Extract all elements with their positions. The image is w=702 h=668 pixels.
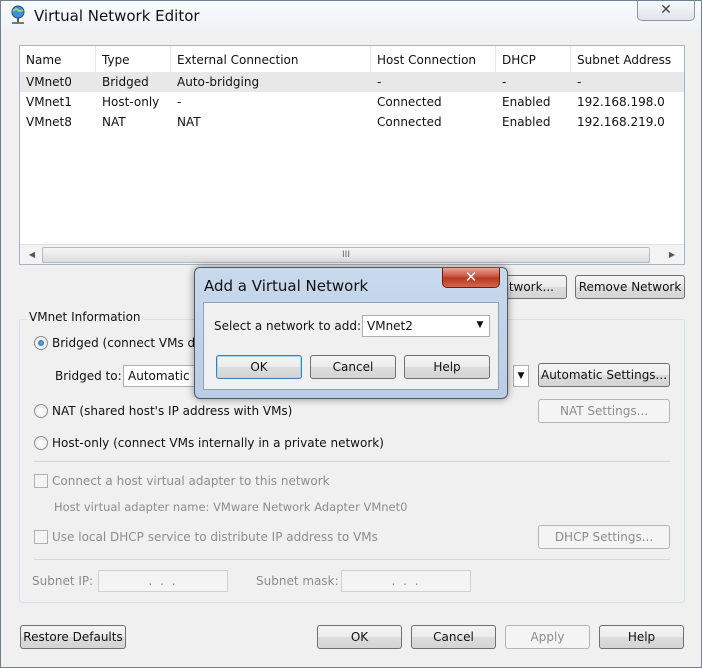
nat-label: NAT (shared host's IP address with VMs) (52, 404, 293, 418)
cell-name: VMnet1 (26, 95, 72, 109)
network-globe-icon (11, 5, 25, 24)
restore-defaults-button[interactable]: Restore Defaults (20, 625, 126, 649)
subnet-mask-label: Subnet mask: (256, 574, 339, 588)
title-bar: Virtual Network Editor ✕ (1, 1, 701, 31)
cell-dhcp: - (502, 75, 507, 89)
dialog-ok-button[interactable]: OK (216, 355, 302, 379)
apply-button[interactable]: Apply (505, 625, 590, 649)
subnet-ip-label: Subnet IP: (32, 574, 94, 588)
cell-name: VMnet0 (26, 75, 72, 89)
connect-adapter-checkbox[interactable] (34, 474, 48, 488)
bridged-to-label: Bridged to: (55, 369, 122, 383)
adapter-name-label: Host virtual adapter name: VMware Networ… (54, 500, 408, 514)
column-header-external-connection[interactable]: External Connection (171, 46, 371, 72)
dhcp-checkbox[interactable] (34, 530, 48, 544)
host-only-label: Host-only (connect VMs internally in a p… (52, 436, 384, 450)
chevron-down-icon[interactable]: ▼ (513, 365, 529, 387)
network-select[interactable]: VMnet2 (362, 315, 490, 337)
scroll-right-icon[interactable]: ▶ (662, 245, 682, 265)
automatic-settings-button[interactable]: Automatic Settings... (538, 363, 670, 387)
cell-external-connection: Auto-bridging (177, 75, 260, 89)
host-only-radio[interactable] (34, 436, 48, 450)
column-header-type[interactable]: Type (96, 46, 171, 72)
network-select-value: VMnet2 (367, 319, 413, 333)
cell-type: Bridged (102, 75, 149, 89)
cell-host-connection: - (377, 75, 382, 89)
column-header-name[interactable]: Name (20, 46, 96, 72)
select-network-label: Select a network to add: (214, 319, 362, 333)
divider (34, 461, 670, 462)
cell-external-connection: - (177, 95, 182, 109)
dhcp-settings-button[interactable]: DHCP Settings... (538, 525, 670, 549)
cell-subnet-address: 192.168.219.0 (577, 115, 665, 129)
dhcp-label: Use local DHCP service to distribute IP … (52, 530, 378, 544)
bridged-radio[interactable] (34, 336, 48, 350)
connect-adapter-label: Connect a host virtual adapter to this n… (52, 474, 330, 488)
cell-host-connection: Connected (377, 95, 442, 109)
cancel-button[interactable]: Cancel (411, 625, 496, 649)
scrollbar-thumb[interactable]: III (42, 247, 650, 263)
table-row[interactable]: VMnet8 NAT NAT Connected Enabled 192.168… (20, 112, 684, 132)
table-row[interactable]: VMnet0 Bridged Auto-bridging - - - (20, 72, 684, 92)
cell-type: Host-only (102, 95, 160, 109)
subnet-ip-field[interactable]: . . . (98, 570, 228, 592)
cell-subnet-address: - (577, 75, 582, 89)
horizontal-scrollbar[interactable]: ◀ III ▶ (20, 244, 684, 264)
scroll-left-icon[interactable]: ◀ (22, 245, 42, 265)
help-button[interactable]: Help (599, 625, 684, 649)
bridged-to-select[interactable]: Automatic (123, 365, 197, 387)
dialog-close-button[interactable]: ✕ (442, 268, 500, 288)
cell-name: VMnet8 (26, 115, 72, 129)
cell-host-connection: Connected (377, 115, 442, 129)
column-header-subnet-address[interactable]: Subnet Address (571, 46, 684, 72)
network-list[interactable]: Name Type External Connection Host Conne… (19, 45, 685, 265)
column-header-host-connection[interactable]: Host Connection (371, 46, 496, 72)
dialog-title: Add a Virtual Network (204, 277, 369, 295)
cell-dhcp: Enabled (502, 95, 551, 109)
scrollbar-grip: III (342, 250, 350, 260)
cell-subnet-address: 192.168.198.0 (577, 95, 665, 109)
dialog-body: Select a network to add: VMnet2 ▼ OK Can… (203, 302, 499, 390)
cell-dhcp: Enabled (502, 115, 551, 129)
divider (34, 559, 670, 560)
add-virtual-network-dialog: Add a Virtual Network ✕ Select a network… (194, 267, 508, 399)
chevron-down-icon[interactable]: ▼ (472, 315, 488, 337)
table-row[interactable]: VMnet1 Host-only - Connected Enabled 192… (20, 92, 684, 112)
nat-radio[interactable] (34, 404, 48, 418)
close-icon: ✕ (660, 2, 672, 18)
ok-button[interactable]: OK (317, 625, 402, 649)
remove-network-button[interactable]: Remove Network (575, 275, 685, 299)
subnet-mask-field[interactable]: . . . (341, 570, 471, 592)
window-close-button[interactable]: ✕ (637, 1, 695, 21)
column-header-dhcp[interactable]: DHCP (496, 46, 571, 72)
dialog-help-button[interactable]: Help (404, 355, 490, 379)
close-icon: ✕ (464, 268, 478, 286)
cell-type: NAT (102, 115, 126, 129)
bridged-label: Bridged (connect VMs dir (52, 336, 204, 350)
list-header: Name Type External Connection Host Conne… (20, 46, 684, 72)
window-title: Virtual Network Editor (34, 7, 200, 25)
cell-external-connection: NAT (177, 115, 201, 129)
dialog-cancel-button[interactable]: Cancel (310, 355, 396, 379)
nat-settings-button[interactable]: NAT Settings... (538, 399, 670, 423)
vmnet-information-legend: VMnet Information (27, 310, 143, 324)
